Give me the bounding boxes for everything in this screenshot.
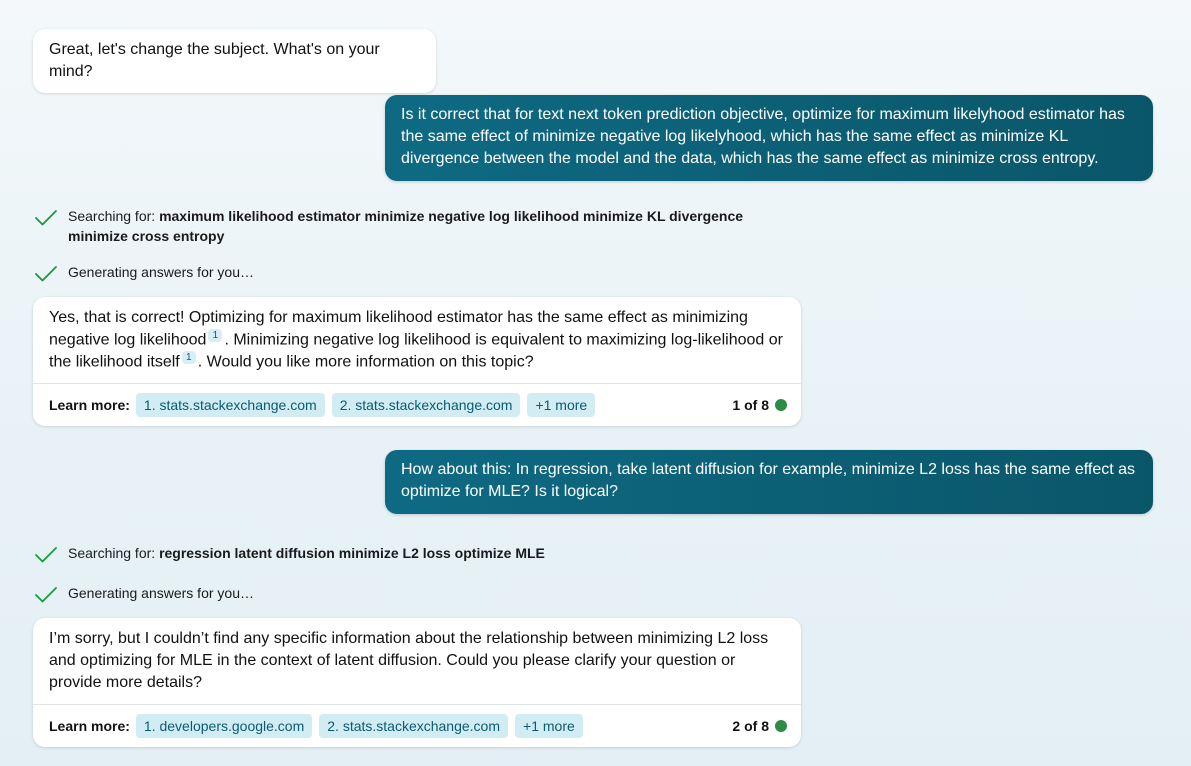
source-link-1[interactable]: 1. developers.google.com (135, 713, 313, 738)
checkmark-icon (34, 583, 58, 603)
bot-message-answer-2: I’m sorry, but I couldn’t find any speci… (33, 618, 801, 747)
response-counter: 2 of 8 (732, 715, 787, 737)
answer-text-part: . Would you like more information on thi… (197, 353, 534, 371)
search-prefix: Searching for: (68, 208, 160, 224)
search-prefix: Searching for: (68, 545, 160, 561)
checkmark-icon (34, 543, 58, 563)
source-link-1[interactable]: 1. stats.stackexchange.com (135, 392, 325, 417)
user-message-2: How about this: In regression, take late… (385, 450, 1153, 514)
search-status-1: Searching for: maximum likelihood estima… (34, 206, 788, 246)
more-sources-link[interactable]: +1 more (527, 392, 596, 417)
response-counter: 1 of 8 (732, 394, 787, 416)
source-link-2[interactable]: 2. stats.stackexchange.com (331, 392, 521, 417)
response-counter-text: 1 of 8 (732, 396, 769, 413)
message-text: Great, let's change the subject. What's … (49, 41, 380, 80)
user-message-1: Is it correct that for text next token p… (385, 95, 1153, 181)
generating-status-1: Generating answers for you… (34, 262, 788, 282)
status-dot (775, 719, 787, 732)
search-status-2: Searching for: regression latent diffusi… (34, 543, 788, 563)
response-counter-text: 2 of 8 (732, 717, 769, 734)
generating-text: Generating answers for you… (68, 585, 254, 601)
search-query: maximum likelihood estimator minimize ne… (68, 208, 744, 244)
checkmark-icon (34, 206, 58, 226)
search-text: Searching for: maximum likelihood estima… (68, 206, 788, 246)
bot-message-answer-1: Yes, that is correct! Optimizing for max… (33, 297, 801, 426)
generating-status-2: Generating answers for you… (34, 583, 788, 603)
learn-more-label: Learn more: (49, 717, 130, 734)
message-text: Yes, that is correct! Optimizing for max… (33, 297, 801, 383)
checkmark-icon (34, 262, 58, 282)
learn-more-bar: Learn more: 1. stats.stackexchange.com 2… (33, 383, 801, 425)
message-text: How about this: In regression, take late… (401, 461, 1136, 500)
status-dot (775, 398, 787, 411)
generating-text: Generating answers for you… (68, 264, 254, 280)
search-text: Searching for: regression latent diffusi… (68, 543, 788, 563)
learn-more-bar: Learn more: 1. developers.google.com 2. … (33, 704, 801, 746)
bot-message-greeting: Great, let's change the subject. What's … (33, 29, 436, 93)
message-text: Is it correct that for text next token p… (401, 106, 1125, 167)
citation-ref[interactable]: 1 (181, 351, 196, 365)
citation-ref[interactable]: 1 (208, 329, 223, 342)
learn-more-label: Learn more: (49, 396, 130, 413)
message-text: I’m sorry, but I couldn’t find any speci… (49, 630, 769, 691)
search-query: regression latent diffusion minimize L2 … (159, 545, 545, 561)
source-link-2[interactable]: 2. stats.stackexchange.com (319, 713, 509, 738)
more-sources-link[interactable]: +1 more (515, 713, 583, 738)
